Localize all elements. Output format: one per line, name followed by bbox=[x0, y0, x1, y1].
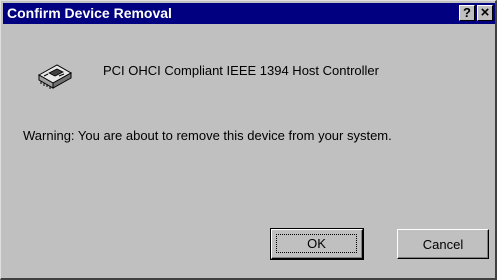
title-bar[interactable]: Confirm Device Removal ? × bbox=[3, 3, 495, 24]
window-title: Confirm Device Removal bbox=[7, 5, 172, 21]
warning-message: Warning: You are about to remove this de… bbox=[23, 128, 392, 143]
close-button[interactable]: × bbox=[477, 5, 493, 21]
ok-button-label: OK bbox=[276, 234, 357, 253]
help-button[interactable]: ? bbox=[459, 5, 475, 21]
ok-button[interactable]: OK bbox=[270, 228, 364, 260]
cancel-button[interactable]: Cancel bbox=[397, 229, 489, 259]
device-name: PCI OHCI Compliant IEEE 1394 Host Contro… bbox=[103, 63, 379, 78]
pci-card-icon bbox=[35, 59, 75, 93]
confirm-device-removal-dialog: Confirm Device Removal ? × PCI OHCI Comp… bbox=[0, 0, 497, 280]
